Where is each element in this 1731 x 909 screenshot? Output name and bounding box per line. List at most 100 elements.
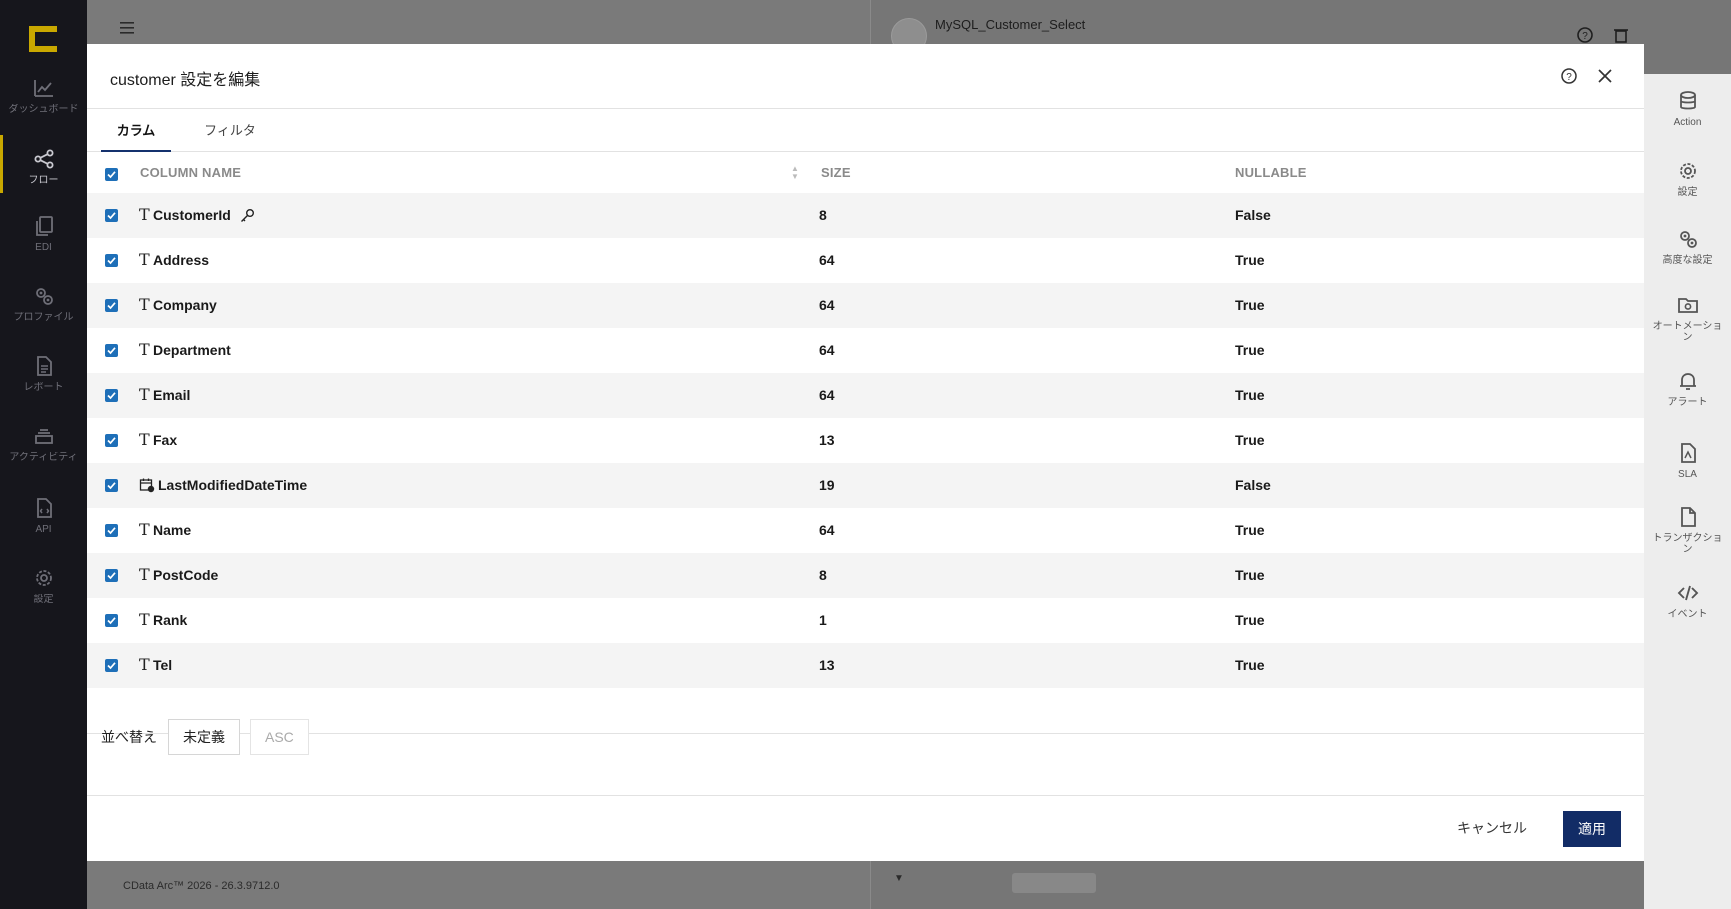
row-checkbox[interactable]: [105, 344, 118, 357]
chart-line-icon: [33, 79, 53, 97]
table-row[interactable]: T Rank 1 True: [87, 598, 1644, 643]
sort-undefined-button[interactable]: 未定義: [168, 719, 240, 755]
column-name-cell: Department: [153, 328, 231, 373]
size-cell: 64: [819, 387, 835, 403]
nav-item-4[interactable]: レポート: [0, 338, 87, 408]
rail-item-0[interactable]: Action: [1644, 76, 1731, 140]
nav-item-2[interactable]: EDI: [0, 198, 87, 268]
tab-filter[interactable]: フィルタ: [195, 110, 265, 152]
close-icon: [1598, 69, 1612, 83]
modal-title: customer 設定を編集: [110, 72, 261, 89]
table-row[interactable]: T Address 64 True: [87, 238, 1644, 283]
rail-item-2[interactable]: 高度な設定: [1644, 214, 1731, 278]
row-checkbox[interactable]: [105, 659, 118, 672]
column-name: CustomerId: [153, 207, 231, 223]
column-name: Tel: [153, 657, 173, 673]
row-checkbox[interactable]: [105, 524, 118, 537]
stack-icon: [34, 428, 53, 444]
nav-item-label: プロファイル: [13, 311, 74, 323]
select-all-checkbox[interactable]: [105, 168, 118, 181]
row-checkbox[interactable]: [105, 299, 118, 312]
gears-icon: [1679, 230, 1697, 248]
column-name: LastModifiedDateTime: [158, 477, 308, 493]
trash-icon[interactable]: [1612, 26, 1630, 44]
rail-item-5[interactable]: SLA: [1644, 428, 1731, 492]
sort-arrows-icon[interactable]: ▲ ▼: [791, 165, 799, 181]
nav-item-5[interactable]: アクティビティ: [0, 408, 87, 478]
column-name-cell: Name: [153, 508, 191, 553]
connector-title: MySQL_Customer_Select: [935, 17, 1086, 32]
table-row[interactable]: T Company 64 True: [87, 283, 1644, 328]
table-row[interactable]: T CustomerId 8 False: [87, 193, 1644, 238]
nav-item-3[interactable]: プロファイル: [0, 268, 87, 338]
cdata-logo-icon[interactable]: [29, 26, 57, 52]
rail-item-3[interactable]: オートメーション: [1644, 286, 1731, 350]
tab-columns[interactable]: カラム: [101, 110, 171, 152]
documents-icon: [35, 215, 53, 236]
datetime-type-icon-wrap: [139, 477, 155, 493]
apply-button[interactable]: 適用: [1563, 811, 1621, 847]
nav-item-7[interactable]: 設定: [0, 550, 87, 620]
row-checkbox[interactable]: [105, 209, 118, 222]
row-checkbox[interactable]: [105, 254, 118, 267]
table-row[interactable]: T PostCode 8 True: [87, 553, 1644, 598]
nav-item-label: アクティビティ: [9, 451, 78, 463]
sort-asc-button[interactable]: ASC: [250, 719, 309, 755]
row-checkbox[interactable]: [105, 479, 118, 492]
right-rail-top: [1644, 0, 1731, 74]
size-cell: 64: [819, 342, 835, 358]
row-checkbox[interactable]: [105, 389, 118, 402]
check-icon: [107, 617, 116, 625]
nav-item-6[interactable]: API: [0, 480, 87, 550]
row-checkbox[interactable]: [105, 434, 118, 447]
rail-item-label: 設定: [1677, 186, 1698, 198]
version-footer: CData Arc™ 2026 - 26.3.9712.0: [123, 880, 280, 892]
svg-text:?: ?: [1582, 31, 1588, 42]
collapse-caret-icon[interactable]: ▼: [894, 873, 904, 884]
column-name-header[interactable]: COLUMN NAME: [140, 153, 241, 193]
rail-item-7[interactable]: イベント: [1644, 568, 1731, 632]
table-row[interactable]: T Name 64 True: [87, 508, 1644, 553]
help-icon[interactable]: ?: [1576, 26, 1594, 44]
table-row[interactable]: T Tel 13 True: [87, 643, 1644, 688]
rail-item-label: オートメーション: [1652, 321, 1723, 343]
column-name-cell: Fax: [153, 418, 177, 463]
file-icon: [1680, 507, 1696, 527]
check-icon: [107, 171, 116, 179]
table-row[interactable]: T Department 64 True: [87, 328, 1644, 373]
modal-close-button[interactable]: [1593, 64, 1617, 88]
column-name-cell: Company: [153, 283, 217, 328]
size-cell: 1: [819, 612, 827, 628]
nullable-cell: True: [1235, 297, 1265, 313]
cancel-button[interactable]: キャンセル: [1457, 818, 1527, 838]
rail-item-label: トランザクション: [1652, 533, 1723, 555]
size-cell: 64: [819, 252, 835, 268]
column-name: Company: [153, 297, 217, 313]
column-name-cell: Address: [153, 238, 209, 283]
check-icon: [107, 662, 116, 670]
check-icon: [107, 572, 116, 580]
nullable-cell: False: [1235, 207, 1271, 223]
gears-icon: [35, 287, 53, 305]
rail-item-4[interactable]: アラート: [1644, 356, 1731, 420]
column-name: PostCode: [153, 567, 219, 583]
rail-item-1[interactable]: 設定: [1644, 146, 1731, 210]
modal-help-button[interactable]: ?: [1557, 64, 1581, 88]
rail-item-6[interactable]: トランザクション: [1644, 498, 1731, 562]
size-cell: 13: [819, 657, 835, 673]
nav-item-label: フロー: [28, 174, 59, 186]
table-body: T CustomerId 8 False T Address 64 True T Company 6…: [87, 193, 1644, 688]
hamburger-menu-icon[interactable]: [120, 22, 134, 34]
left-nav: ダッシュボードフロー EDI プロファイルレポートアクティビティ API 設定: [0, 0, 87, 909]
size-cell: 13: [819, 432, 835, 448]
table-row[interactable]: LastModifiedDateTime 19 False: [87, 463, 1644, 508]
table-divider: [87, 733, 1644, 734]
table-row[interactable]: T Fax 13 True: [87, 418, 1644, 463]
table-row[interactable]: T Email 64 True: [87, 373, 1644, 418]
nav-item-0[interactable]: ダッシュボード: [0, 60, 87, 130]
row-checkbox[interactable]: [105, 614, 118, 627]
check-icon: [107, 437, 116, 445]
row-checkbox[interactable]: [105, 569, 118, 582]
gear-icon: [35, 569, 52, 586]
nav-item-1[interactable]: フロー: [0, 131, 87, 201]
